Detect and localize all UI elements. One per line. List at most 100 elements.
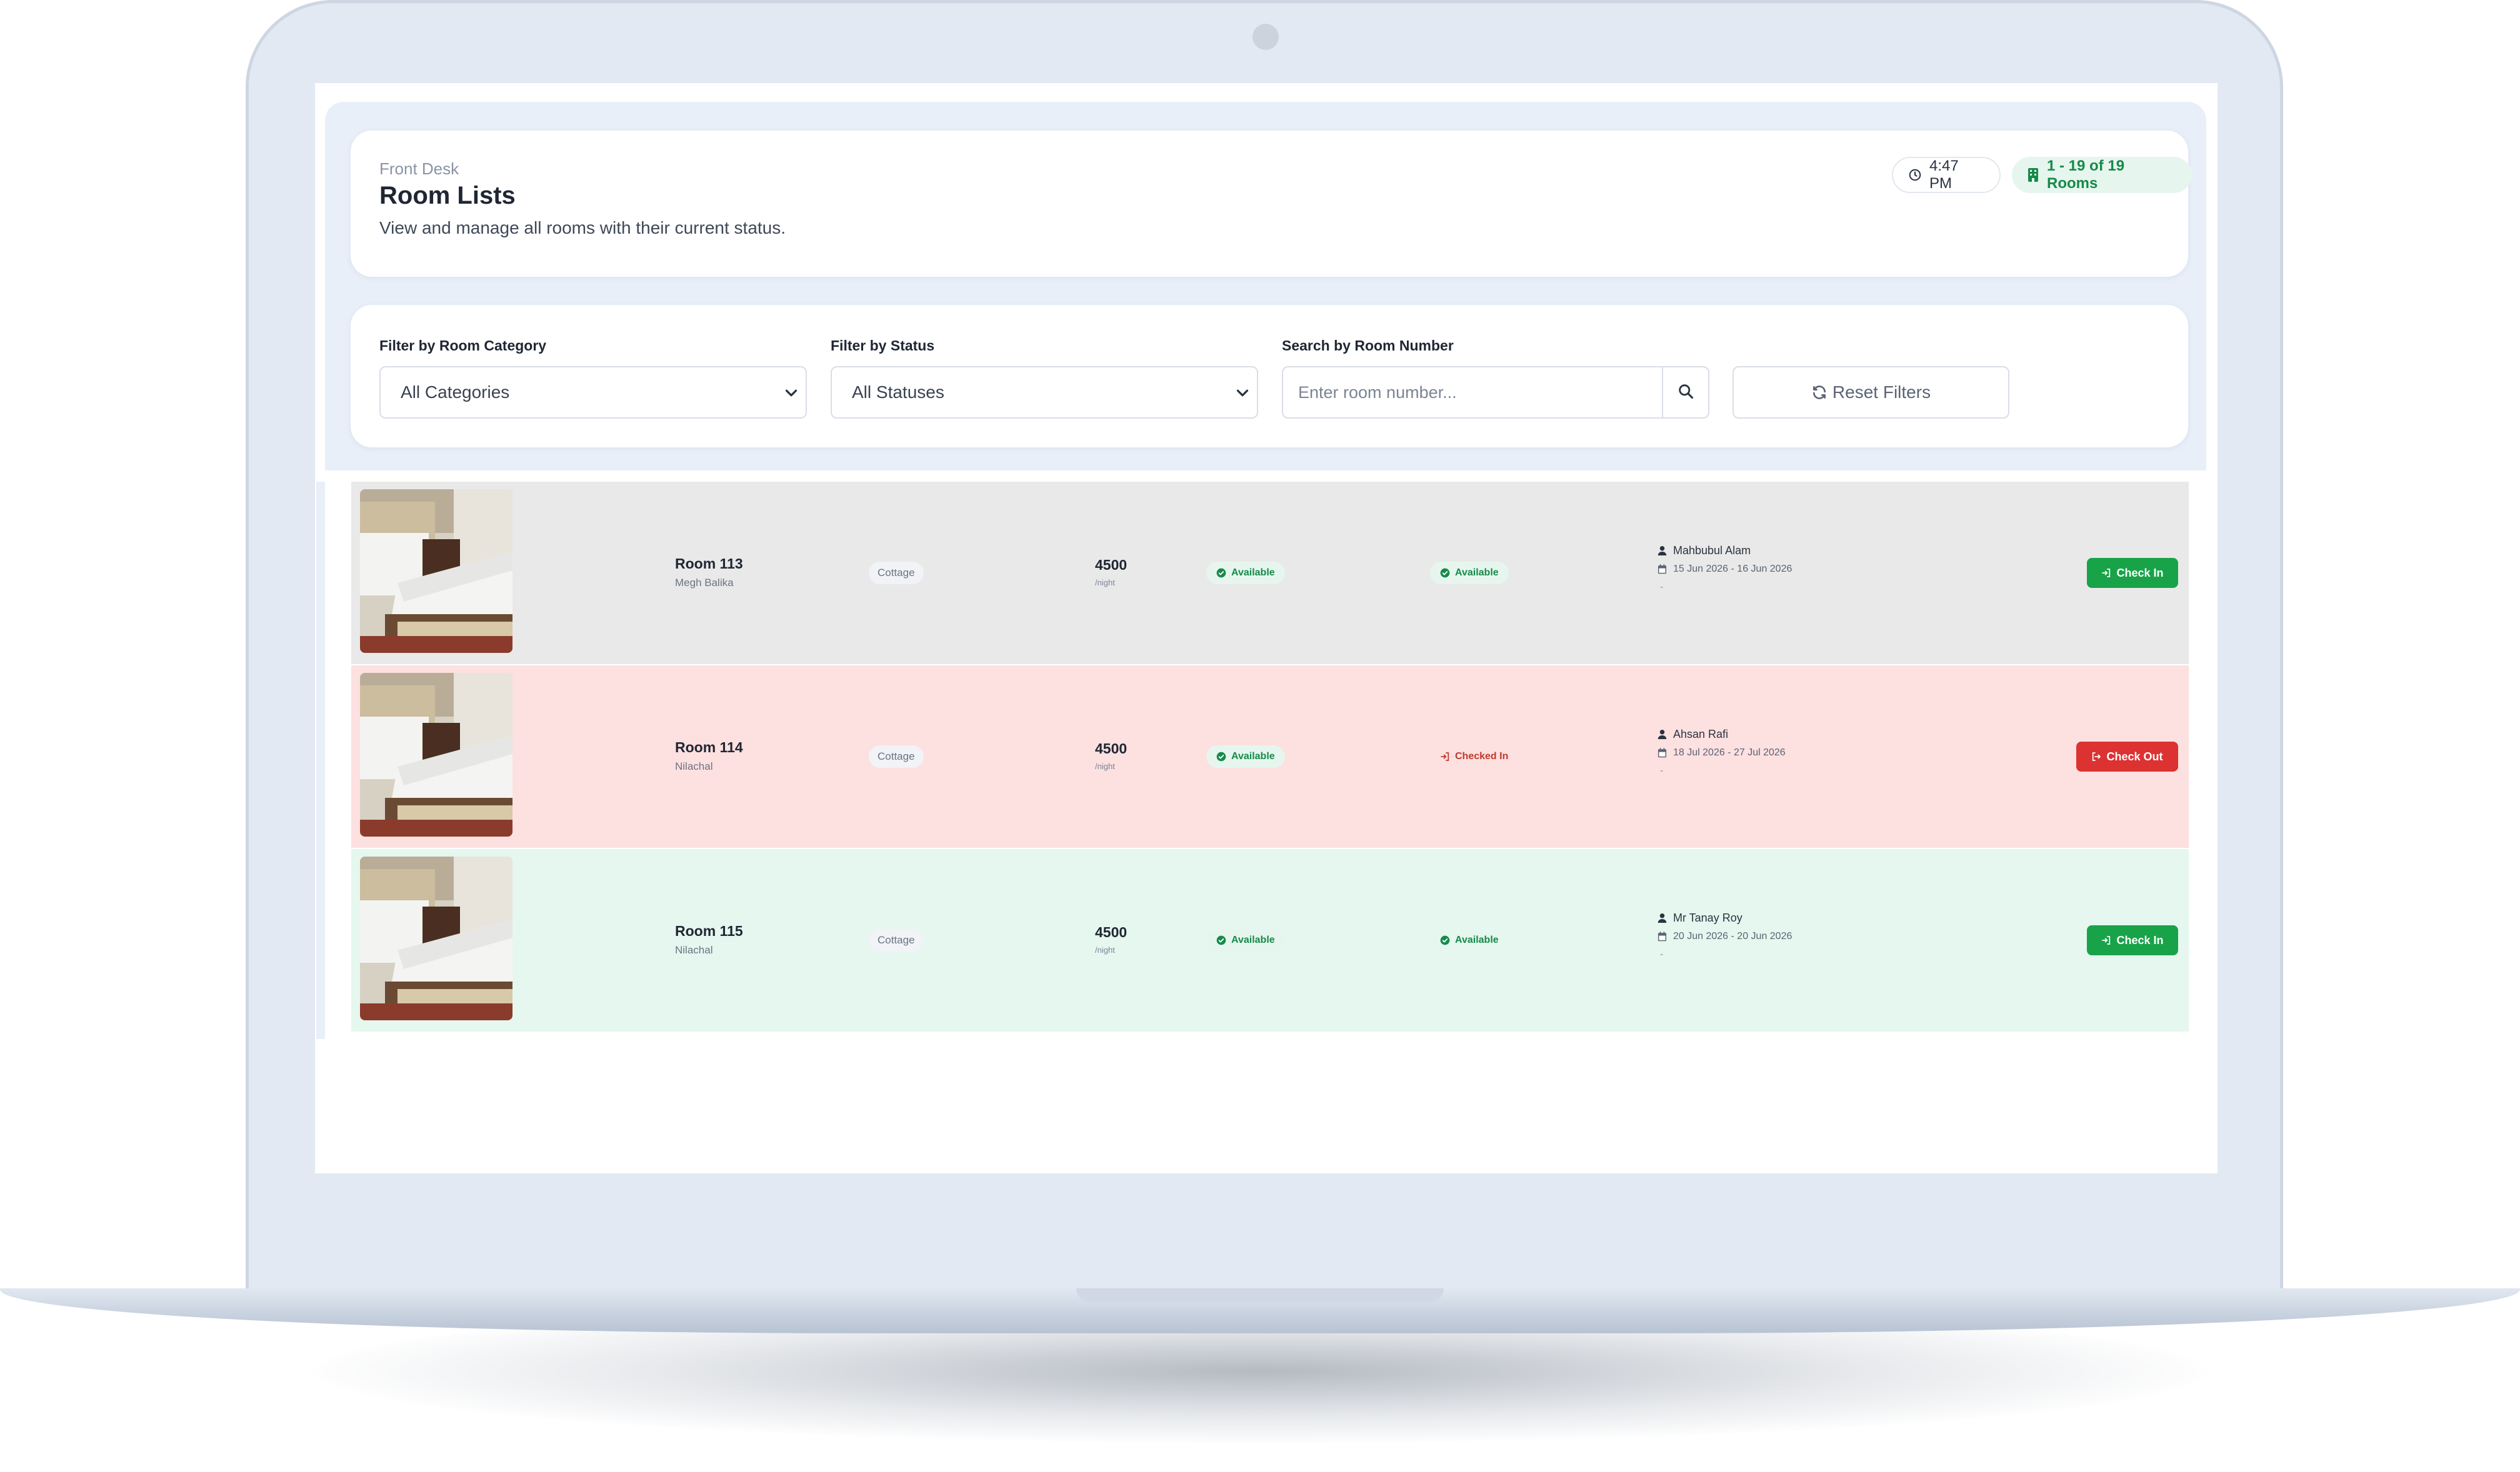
user-icon [1658, 729, 1667, 740]
search-label: Search by Room Number [1282, 337, 1454, 354]
room-list: Room 113 Megh Balika Cottage 4500 /night… [351, 482, 2189, 1041]
stay-dates-text: 15 Jun 2026 - 16 Jun 2026 [1673, 564, 1792, 574]
room-photo [360, 857, 512, 1020]
price-unit: /night [1095, 762, 1115, 771]
guest-name: Mr Tanay Roy [1658, 912, 1742, 925]
room-status-text: Available [1231, 567, 1275, 578]
calendar-icon [1658, 564, 1667, 574]
check-in-button[interactable]: Check In [2087, 558, 2178, 588]
guest-name: Mahbubul Alam [1658, 544, 1751, 557]
booking-status-text: Available [1455, 567, 1499, 578]
room-price: 4500 [1095, 924, 1128, 940]
check-circle-icon [1216, 752, 1226, 762]
calendar-icon [1658, 748, 1667, 758]
room-row[interactable]: Room 113 Megh Balika Cottage 4500 /night… [351, 482, 2189, 664]
room-search-group: Enter room number... [1282, 366, 1709, 419]
room-status-text: Available [1231, 751, 1275, 762]
room-price: 4500 [1095, 557, 1128, 573]
time-text: 4:47 PM [1929, 157, 1959, 192]
room-row[interactable]: Room 114 Nilachal Cottage 4500 /night Av… [351, 665, 2189, 848]
sign-out-icon [2091, 752, 2101, 762]
extra-info: - [1660, 582, 1664, 592]
page-title: Room Lists [379, 182, 516, 209]
room-location: Megh Balika [675, 577, 734, 589]
rooms-count-badge: 1 - 19 of 19 Rooms [2012, 157, 2192, 193]
check-out-label: Check Out [2106, 750, 2163, 763]
stay-dates-text: 20 Jun 2026 - 20 Jun 2026 [1673, 931, 1792, 942]
booking-status-badge: Available [1430, 929, 1509, 952]
guest-name-text: Mr Tanay Roy [1673, 912, 1742, 924]
screen: Front Desk Room Lists View and manage al… [315, 83, 2218, 1173]
user-icon [1658, 913, 1667, 923]
room-name: Room 113 [675, 555, 743, 572]
category-badge: Cottage [869, 929, 924, 952]
stay-dates-text: 18 Jul 2026 - 27 Jul 2026 [1673, 747, 1786, 758]
room-photo [360, 489, 512, 653]
booking-status-badge: Available [1430, 562, 1509, 584]
room-status-badge: Available [1206, 562, 1285, 584]
category-select[interactable]: All Categories [379, 366, 807, 419]
booking-status-badge: Checked In [1430, 745, 1518, 768]
category-select-value: All Categories [401, 382, 510, 402]
list-edge [316, 482, 325, 1039]
room-search-input[interactable]: Enter room number... [1298, 367, 1648, 417]
user-icon [1658, 545, 1667, 556]
sign-in-icon [2101, 935, 2111, 945]
header-card: Front Desk Room Lists View and manage al… [351, 131, 2192, 277]
room-status-badge: Available [1206, 929, 1285, 952]
check-in-label: Check In [2116, 566, 2164, 579]
calendar-icon [1658, 932, 1667, 942]
room-name: Room 114 [675, 739, 743, 755]
status-filter-label: Filter by Status [831, 337, 935, 354]
room-row[interactable]: Room 115 Nilachal Cottage 4500 /night Av… [351, 849, 2189, 1032]
room-status-text: Available [1231, 935, 1275, 945]
status-select[interactable]: All Statuses [831, 366, 1258, 419]
check-circle-icon [1216, 568, 1226, 578]
check-in-label: Check In [2116, 933, 2164, 947]
clock-icon [1908, 168, 1922, 182]
reset-filters-button[interactable]: Reset Filters [1732, 366, 2009, 419]
stay-dates: 20 Jun 2026 - 20 Jun 2026 [1658, 931, 1792, 942]
check-in-button[interactable]: Check In [2087, 925, 2178, 955]
price-unit: /night [1095, 578, 1115, 587]
category-filter-label: Filter by Room Category [379, 337, 547, 354]
room-photo [360, 673, 512, 837]
sign-in-icon [2101, 568, 2111, 578]
check-circle-icon [1440, 568, 1450, 578]
laptop-notch [1076, 1288, 1444, 1302]
booking-status-text: Available [1455, 935, 1499, 945]
check-out-button[interactable]: Check Out [2076, 742, 2178, 772]
chevron-down-icon [782, 384, 801, 407]
building-icon [2027, 167, 2039, 182]
room-location: Nilachal [675, 944, 713, 956]
price-unit: /night [1095, 945, 1115, 955]
booking-status-text: Checked In [1455, 751, 1509, 762]
chevron-down-icon [1233, 384, 1252, 407]
room-price: 4500 [1095, 740, 1128, 757]
filter-card: Filter by Room Category All Categories F… [351, 305, 2188, 447]
refresh-icon [1811, 384, 1828, 400]
page-subtitle: View and manage all rooms with their cur… [379, 218, 786, 237]
category-badge: Cottage [869, 745, 924, 768]
room-location: Nilachal [675, 760, 713, 772]
breadcrumb[interactable]: Front Desk [379, 159, 459, 179]
time-badge: 4:47 PM [1892, 157, 2001, 193]
extra-info: - [1660, 949, 1664, 960]
camera-icon [1252, 24, 1279, 50]
room-name: Room 115 [675, 923, 743, 939]
guest-name: Ahsan Rafi [1658, 728, 1728, 741]
check-circle-icon [1440, 935, 1450, 945]
check-circle-icon [1216, 935, 1226, 945]
category-badge: Cottage [869, 562, 924, 584]
status-select-value: All Statuses [852, 382, 944, 402]
search-icon [1677, 382, 1694, 403]
search-button[interactable] [1662, 367, 1708, 417]
rooms-count-text: 1 - 19 of 19 Rooms [2047, 157, 2125, 192]
room-status-badge: Available [1206, 745, 1285, 768]
reset-filters-label: Reset Filters [1832, 382, 1931, 402]
stay-dates: 18 Jul 2026 - 27 Jul 2026 [1658, 747, 1786, 758]
extra-info: - [1660, 765, 1664, 776]
sign-in-icon [1440, 752, 1450, 762]
guest-name-text: Ahsan Rafi [1673, 728, 1729, 740]
guest-name-text: Mahbubul Alam [1673, 544, 1751, 557]
